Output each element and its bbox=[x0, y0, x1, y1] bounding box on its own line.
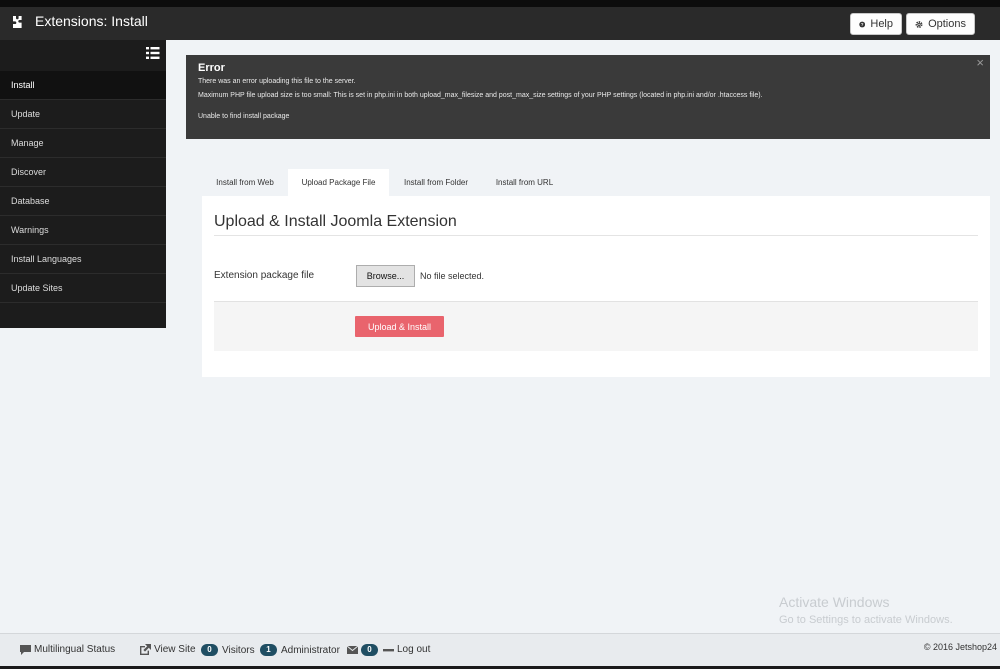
extension-package-label: Extension package file bbox=[214, 270, 315, 281]
sidebar-menu: Install Update Manage Discover Database … bbox=[0, 71, 166, 303]
help-label: Help bbox=[870, 18, 893, 30]
close-icon[interactable]: × bbox=[976, 55, 984, 70]
browse-button[interactable]: Browse... bbox=[356, 265, 415, 287]
copyright-text: © 2016 Jetshop24 bbox=[923, 642, 997, 652]
sidebar-toggle-icon[interactable] bbox=[146, 46, 160, 60]
upload-install-button[interactable]: Upload & Install bbox=[355, 316, 444, 337]
logout-link[interactable]: Log out bbox=[383, 644, 430, 655]
svg-text:?: ? bbox=[861, 22, 864, 27]
visitors-label: Visitors bbox=[222, 644, 255, 656]
question-icon: ? bbox=[859, 21, 866, 27]
view-site-label: View Site bbox=[154, 644, 196, 655]
puzzle-icon bbox=[8, 14, 24, 30]
administrator-count-badge: 1 bbox=[260, 644, 277, 656]
administrator-status[interactable]: 1 Administrator bbox=[260, 644, 340, 656]
header-bar: Extensions: Install ? Help Options bbox=[0, 7, 1000, 40]
tab-install-from-folder[interactable]: Install from Folder bbox=[389, 169, 483, 196]
messages-count-badge: 0 bbox=[361, 644, 378, 656]
activate-windows-title: Activate Windows bbox=[779, 594, 890, 610]
sidebar-item-update-sites[interactable]: Update Sites bbox=[0, 274, 166, 303]
multilingual-status-label: Multilingual Status bbox=[34, 644, 116, 655]
activate-windows-subtitle: Go to Settings to activate Windows. bbox=[779, 614, 953, 626]
form-actions: Upload & Install bbox=[214, 301, 978, 351]
options-label: Options bbox=[928, 18, 966, 30]
view-site-link[interactable]: View Site bbox=[139, 644, 196, 655]
alert-message: There was an error uploading this file t… bbox=[198, 78, 356, 85]
multilingual-status-link[interactable]: Multilingual Status bbox=[20, 644, 115, 655]
help-button[interactable]: ? Help bbox=[850, 13, 902, 35]
sidebar-item-install-languages[interactable]: Install Languages bbox=[0, 245, 166, 274]
no-file-selected-text: No file selected. bbox=[420, 271, 485, 281]
sidebar-item-warnings[interactable]: Warnings bbox=[0, 216, 166, 245]
top-strip bbox=[0, 0, 1000, 7]
sidebar-item-database[interactable]: Database bbox=[0, 187, 166, 216]
sidebar-item-discover[interactable]: Discover bbox=[0, 158, 166, 187]
tab-upload-package-file[interactable]: Upload Package File bbox=[288, 169, 389, 196]
status-footer: Multilingual Status View Site 0 Visitors… bbox=[0, 633, 1000, 669]
logout-label: Log out bbox=[397, 644, 431, 655]
administrator-label: Administrator bbox=[281, 644, 340, 656]
tab-install-from-web[interactable]: Install from Web bbox=[202, 169, 288, 196]
upload-panel: Upload & Install Joomla Extension Extens… bbox=[202, 196, 990, 377]
options-button[interactable]: Options bbox=[906, 13, 975, 35]
sidebar: Install Update Manage Discover Database … bbox=[0, 40, 166, 328]
alert-message: Maximum PHP file upload size is too smal… bbox=[198, 92, 763, 99]
visitors-status[interactable]: 0 Visitors bbox=[201, 644, 255, 656]
visitors-count-badge: 0 bbox=[201, 644, 218, 656]
page-title: Extensions: Install bbox=[35, 13, 148, 29]
sidebar-item-manage[interactable]: Manage bbox=[0, 129, 166, 158]
alert-message: Unable to find install package bbox=[198, 113, 290, 120]
envelope-icon bbox=[347, 646, 358, 654]
sidebar-item-install[interactable]: Install bbox=[0, 71, 166, 100]
external-link-icon bbox=[140, 644, 151, 655]
tab-install-from-url[interactable]: Install from URL bbox=[483, 169, 566, 196]
messages-status[interactable]: 0 bbox=[347, 644, 382, 656]
panel-title: Upload & Install Joomla Extension bbox=[214, 213, 457, 230]
error-alert: × Error There was an error uploading thi… bbox=[186, 55, 990, 139]
divider bbox=[214, 235, 978, 236]
alert-heading: Error bbox=[198, 62, 225, 74]
sidebar-item-update[interactable]: Update bbox=[0, 100, 166, 129]
minus-icon bbox=[383, 648, 394, 651]
gear-icon bbox=[915, 20, 923, 28]
comment-icon bbox=[20, 644, 31, 655]
